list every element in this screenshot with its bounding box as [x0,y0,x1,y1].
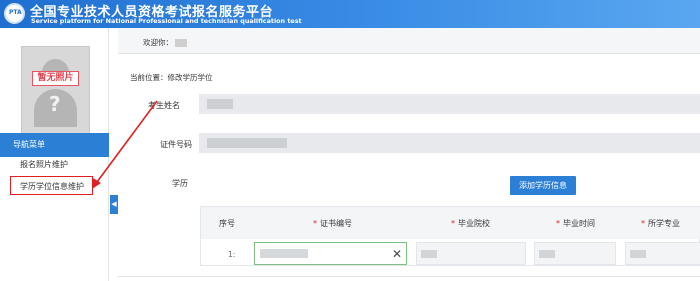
arrow-shaft [96,100,158,183]
annotation-arrow-icon [92,100,158,189]
